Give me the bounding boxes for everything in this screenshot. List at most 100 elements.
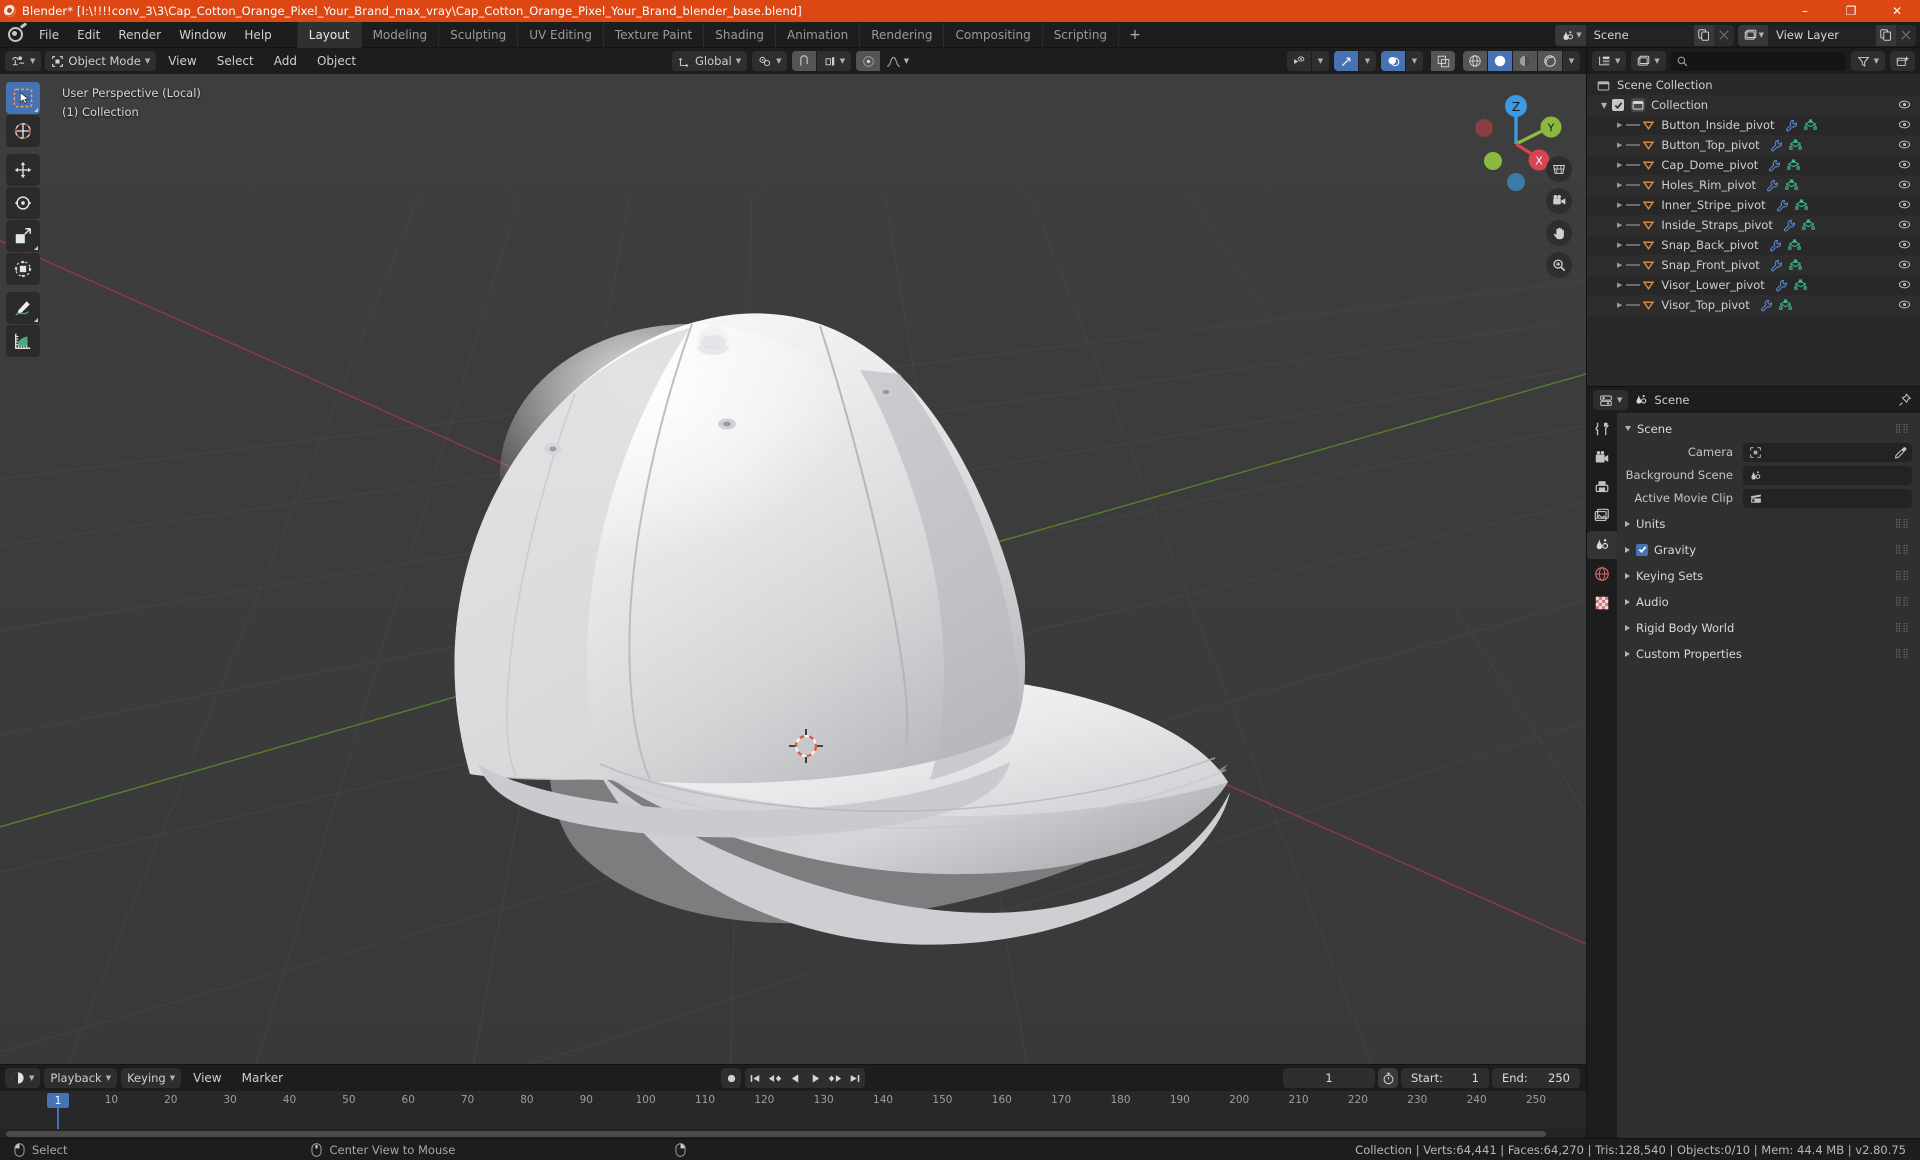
mesh-data-icon[interactable] xyxy=(1787,238,1801,252)
proportional-falloff-selector[interactable]: ▼ xyxy=(881,51,913,71)
timeline-view-menu[interactable]: View xyxy=(185,1068,229,1088)
new-collection-button[interactable] xyxy=(1890,51,1915,71)
tab-scene[interactable] xyxy=(1587,531,1617,559)
panel-drag-dots[interactable]: ⣿⣿ xyxy=(1895,649,1910,659)
proportional-editing-toggle[interactable] xyxy=(856,51,881,71)
object-visibility-icon[interactable] xyxy=(1898,278,1911,294)
scene-unlink-button[interactable] xyxy=(1713,24,1734,46)
collection-expand-triangle[interactable]: ▼ xyxy=(1601,101,1607,110)
outliner-filter-button[interactable]: ▼ xyxy=(1850,51,1885,71)
mesh-data-icon[interactable] xyxy=(1785,178,1798,192)
mesh-data-icon[interactable] xyxy=(1803,118,1817,132)
tab-compositing[interactable]: Compositing xyxy=(943,21,1041,48)
minimize-button[interactable]: – xyxy=(1782,0,1828,22)
tab-texture-paint[interactable]: Texture Paint xyxy=(602,21,703,48)
scene-icon[interactable]: ▼ xyxy=(1555,24,1586,46)
camera-input[interactable] xyxy=(1743,442,1912,464)
shading-material-button[interactable] xyxy=(1513,51,1537,71)
collection-checkbox[interactable] xyxy=(1612,99,1625,111)
outliner-row-object[interactable]: ▶ Button_Inside_pivot xyxy=(1587,115,1920,135)
section-triangle[interactable] xyxy=(1625,520,1630,527)
outliner-row-object[interactable]: ▶ Cap_Dome_pivot xyxy=(1587,155,1920,175)
menu-edit[interactable]: Edit xyxy=(68,25,109,45)
menu-render[interactable]: Render xyxy=(109,25,170,45)
measure-tool-icon[interactable] xyxy=(6,325,40,357)
start-frame-field[interactable]: Start: 1 xyxy=(1401,1068,1489,1088)
view-layer-name-field[interactable]: View Layer xyxy=(1768,24,1876,46)
viewport-menu-select[interactable]: Select xyxy=(209,51,262,71)
xray-toggle-button[interactable] xyxy=(1431,51,1455,71)
object-expand-triangle[interactable]: ▶ xyxy=(1617,281,1622,289)
section-triangle[interactable] xyxy=(1625,572,1630,579)
properties-section-header[interactable]: Audio ⣿⣿ xyxy=(1617,590,1920,613)
mesh-data-icon[interactable] xyxy=(1794,198,1808,212)
blender-logo-icon[interactable] xyxy=(0,22,30,48)
transform-tool-icon[interactable] xyxy=(6,253,40,285)
current-frame-field[interactable]: 1 xyxy=(1283,1068,1375,1088)
tweak-select-tool-icon[interactable] xyxy=(6,82,40,114)
properties-section-header[interactable]: Units ⣿⣿ xyxy=(1617,512,1920,535)
shading-dropdown[interactable]: ▼ xyxy=(1563,51,1580,71)
modifier-wrench-icon[interactable] xyxy=(1776,199,1789,212)
scene-name-field[interactable]: Scene xyxy=(1585,24,1694,46)
prev-keyframe-button[interactable] xyxy=(765,1068,785,1088)
modifier-wrench-icon[interactable] xyxy=(1768,159,1781,172)
properties-editor-type-button[interactable]: ▼ xyxy=(1593,390,1629,410)
visibility-dropdown[interactable]: ▼ xyxy=(1312,51,1329,71)
modifier-wrench-icon[interactable] xyxy=(1785,119,1798,132)
viewport-menu-view[interactable]: View xyxy=(160,51,204,71)
section-triangle[interactable] xyxy=(1625,650,1630,657)
modifier-wrench-icon[interactable] xyxy=(1769,239,1782,252)
viewport-3d[interactable]: User Perspective (Local) (1) Collection xyxy=(0,74,1586,1064)
eyedropper-icon[interactable] xyxy=(1894,445,1907,464)
tab-view-layer[interactable] xyxy=(1587,502,1617,530)
camera-view-icon[interactable] xyxy=(1546,188,1572,214)
shading-wireframe-button[interactable] xyxy=(1463,51,1487,71)
menu-file[interactable]: File xyxy=(30,25,68,45)
snap-target-selector[interactable]: ▼ xyxy=(817,51,852,71)
play-button[interactable] xyxy=(805,1068,825,1088)
modifier-wrench-icon[interactable] xyxy=(1770,139,1783,152)
view-layer-icon[interactable]: ▼ xyxy=(1737,24,1768,46)
zoom-view-icon[interactable] xyxy=(1546,252,1572,278)
outliner-editor-type-button[interactable]: ▼ xyxy=(1592,51,1627,71)
properties-section-header[interactable]: Custom Properties ⣿⣿ xyxy=(1617,642,1920,665)
view-layer-duplicate-button[interactable] xyxy=(1876,24,1896,46)
modifier-wrench-icon[interactable] xyxy=(1770,259,1783,272)
background-scene-input[interactable] xyxy=(1743,465,1912,485)
panel-drag-dots[interactable]: ⣿⣿ xyxy=(1895,545,1910,555)
tab-world[interactable] xyxy=(1587,560,1617,588)
jump-to-start-button[interactable] xyxy=(745,1068,765,1088)
pin-id-icon[interactable] xyxy=(1898,392,1912,411)
outliner-row-object[interactable]: ▶ Inside_Straps_pivot xyxy=(1587,215,1920,235)
play-reverse-button[interactable] xyxy=(785,1068,805,1088)
section-checkbox[interactable] xyxy=(1636,543,1648,556)
tab-render[interactable] xyxy=(1587,444,1617,472)
mesh-data-icon[interactable] xyxy=(1778,298,1792,312)
snap-toggle-button[interactable] xyxy=(792,51,817,71)
outliner-row-object[interactable]: ▶ Holes_Rim_pivot xyxy=(1587,175,1920,195)
object-expand-triangle[interactable]: ▶ xyxy=(1617,201,1622,209)
outliner-display-mode-button[interactable]: ▼ xyxy=(1631,51,1666,71)
tab-sculpting[interactable]: Sculpting xyxy=(438,21,517,48)
object-expand-triangle[interactable]: ▶ xyxy=(1617,241,1622,249)
scene-duplicate-button[interactable] xyxy=(1693,24,1714,46)
panel-drag-dots[interactable]: ⣿⣿ xyxy=(1895,424,1910,434)
tab-animation[interactable]: Animation xyxy=(775,21,859,48)
tab-scripting[interactable]: Scripting xyxy=(1041,21,1118,48)
object-visibility-icon[interactable] xyxy=(1898,298,1911,314)
use-preview-range-icon[interactable] xyxy=(1378,1068,1398,1088)
timeline-scrollbar-thumb[interactable] xyxy=(6,1131,1546,1137)
tab-uv-editing[interactable]: UV Editing xyxy=(517,21,603,48)
rotate-tool-icon[interactable] xyxy=(6,187,40,219)
panel-drag-dots[interactable]: ⣿⣿ xyxy=(1895,623,1910,633)
outliner-row-object[interactable]: ▶ Snap_Back_pivot xyxy=(1587,235,1920,255)
timeline-ruler[interactable]: 10 20 30 40 50 60 70 80 90 100 110 120 130 140 150 160 1… xyxy=(0,1091,1586,1129)
visibility-selector[interactable] xyxy=(1287,51,1311,71)
object-visibility-icon[interactable] xyxy=(1898,158,1911,174)
add-workspace-button[interactable]: + xyxy=(1118,21,1151,48)
jump-to-end-button[interactable] xyxy=(845,1068,865,1088)
outliner-row-object[interactable]: ▶ Snap_Front_pivot xyxy=(1587,255,1920,275)
object-visibility-icon[interactable] xyxy=(1898,118,1911,134)
viewport-menu-add[interactable]: Add xyxy=(266,51,305,71)
